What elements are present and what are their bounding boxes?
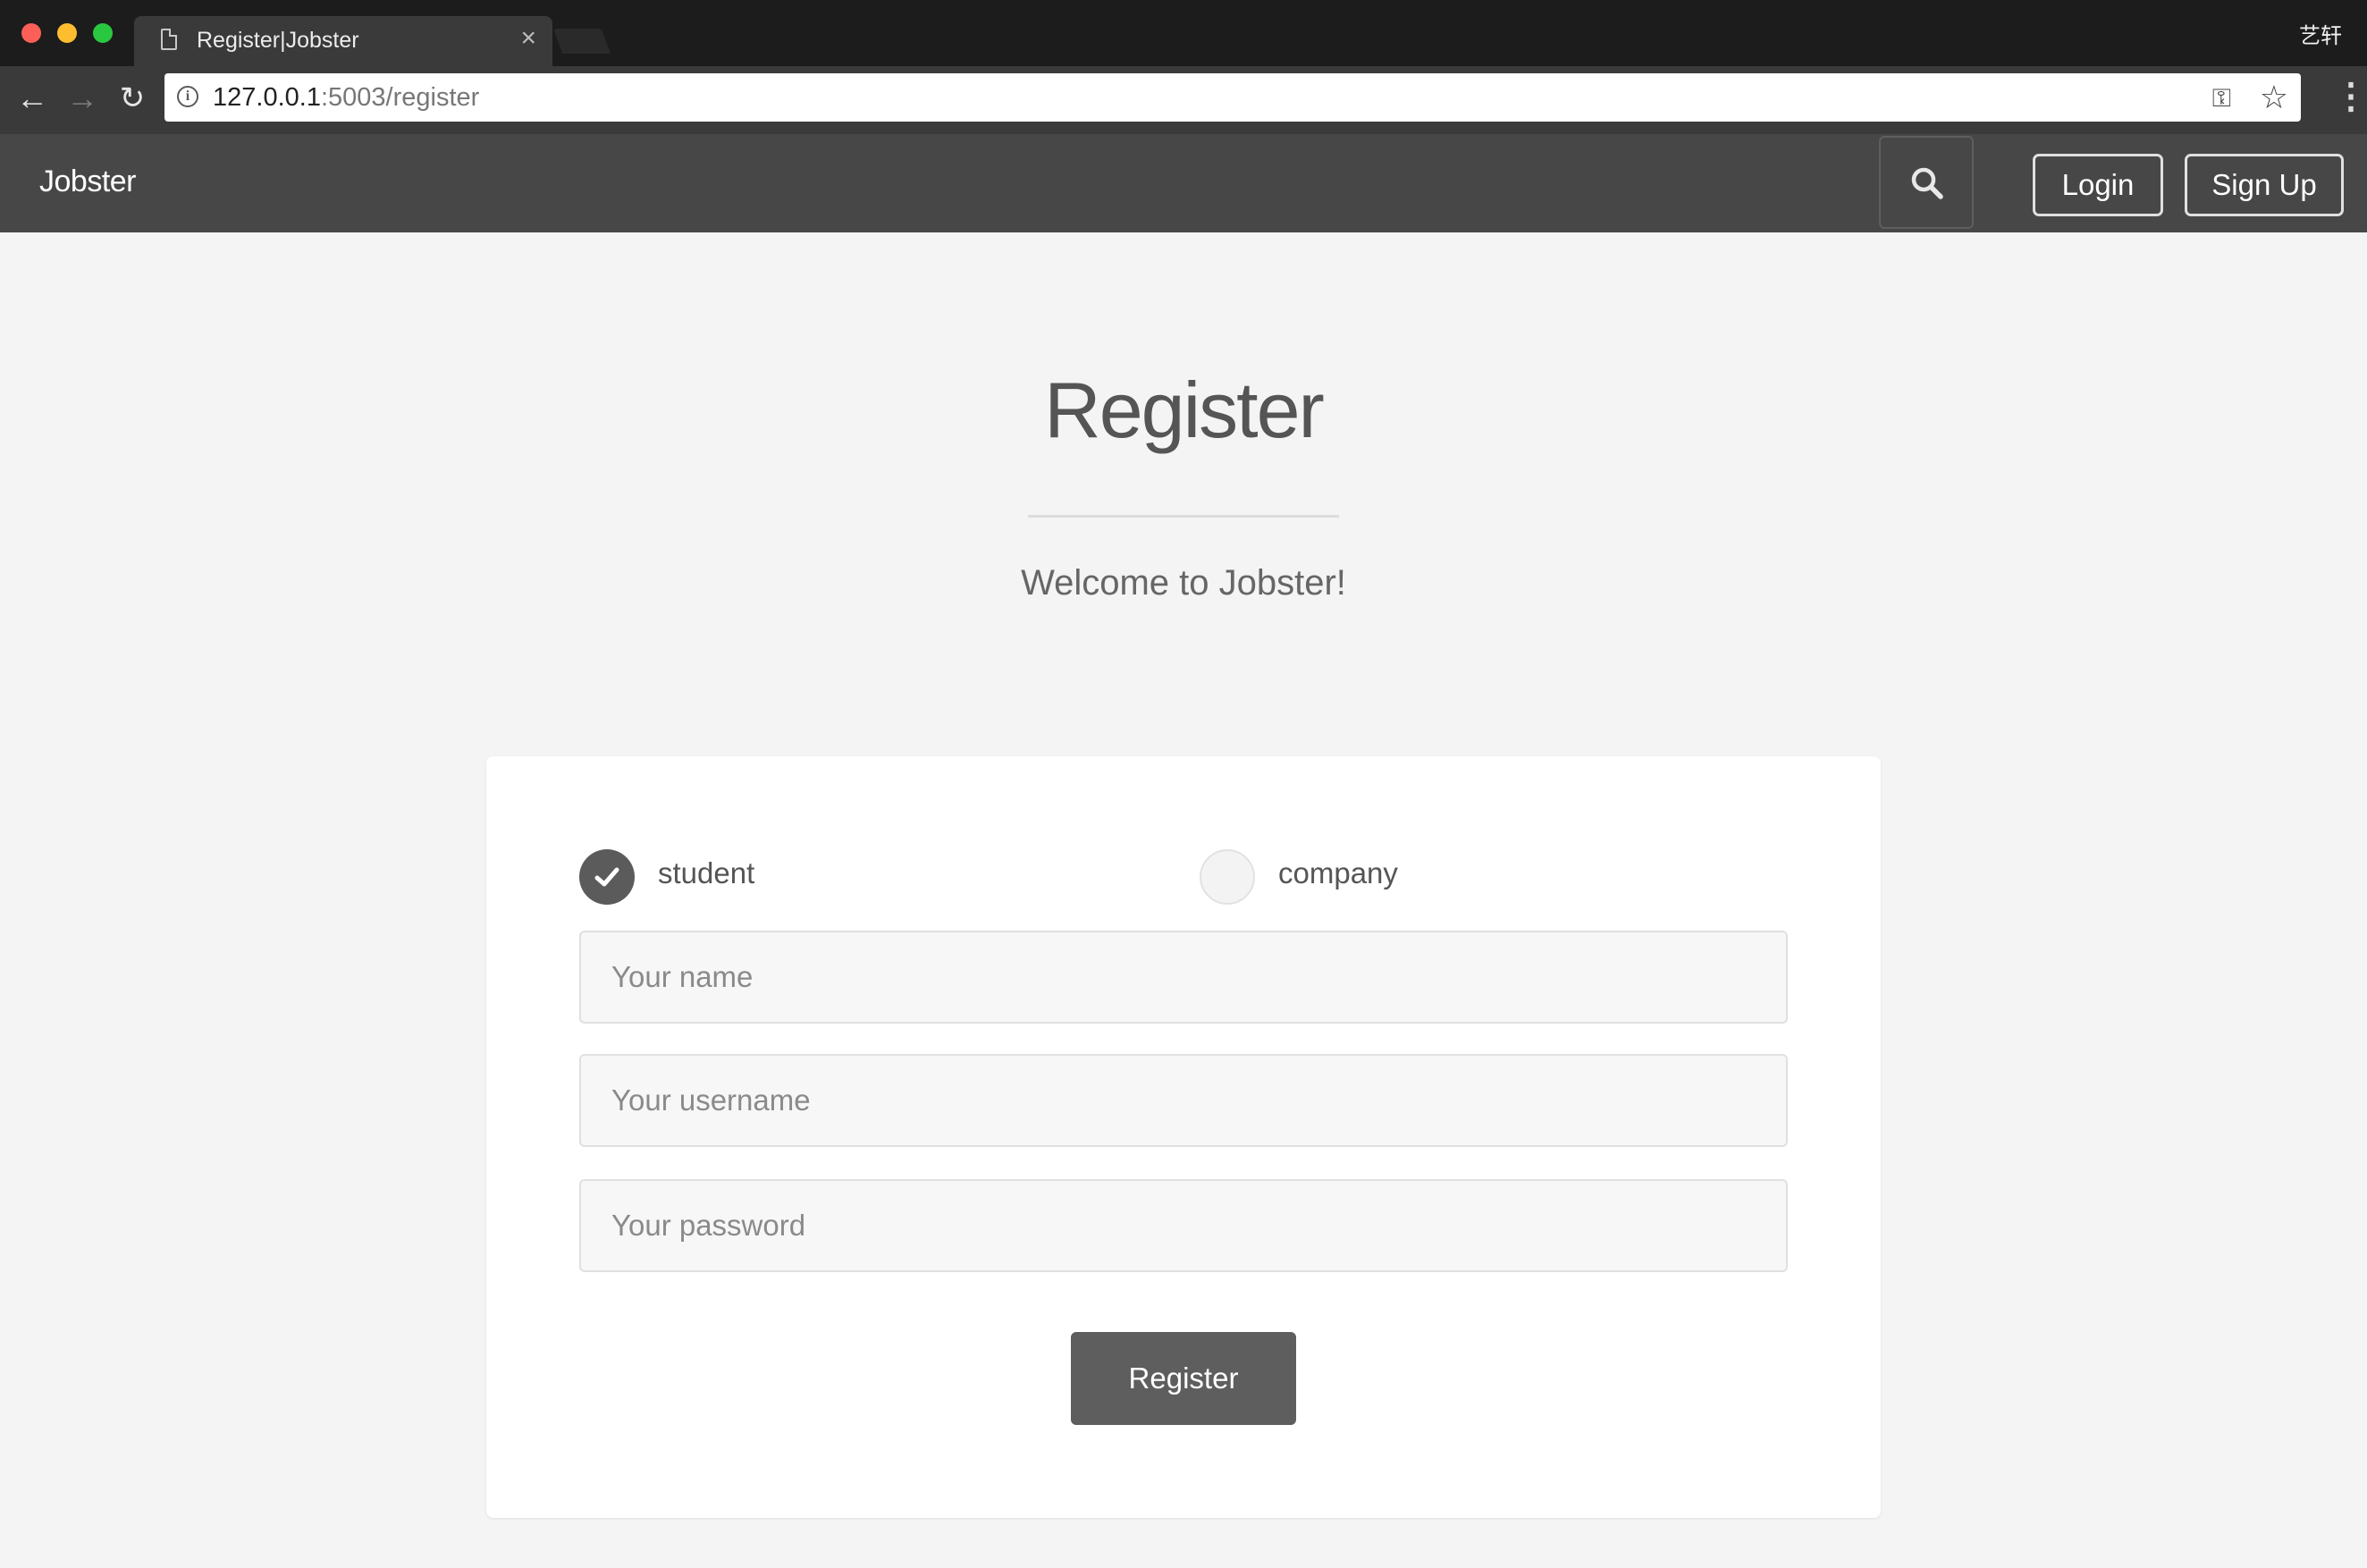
site-info-icon[interactable]: i [177, 86, 198, 107]
url-text[interactable]: 127.0.0.1:5003/register [213, 83, 479, 113]
password-input[interactable] [579, 1179, 1788, 1272]
page-icon [161, 29, 177, 50]
browser-menu-icon[interactable]: ⋮ [2333, 79, 2367, 118]
address-bar[interactable]: i 127.0.0.1:5003/register ⚿ ☆ [164, 73, 2301, 122]
back-icon[interactable]: ← [13, 79, 52, 118]
company-radio[interactable] [1200, 849, 1255, 905]
close-window-button[interactable] [21, 23, 41, 43]
profile-name[interactable]: 艺轩 [2299, 18, 2342, 49]
student-label[interactable]: student [658, 856, 754, 890]
minimize-window-button[interactable] [57, 23, 77, 43]
brand-link[interactable]: Jobster [39, 164, 137, 199]
name-input[interactable] [579, 931, 1788, 1024]
page-subtitle: Welcome to Jobster! [1021, 563, 1346, 603]
username-input[interactable] [579, 1054, 1788, 1147]
url-path: :5003/register [320, 83, 480, 112]
new-tab-button[interactable] [552, 29, 611, 54]
search-button[interactable] [1879, 136, 1974, 229]
star-icon[interactable]: ☆ [2260, 79, 2288, 116]
site-navbar: Jobster Login Sign Up [0, 134, 2367, 232]
browser-tab[interactable]: Register|Jobster × [134, 16, 552, 66]
reload-icon[interactable]: ↻ [113, 79, 152, 118]
register-button[interactable]: Register [1071, 1332, 1296, 1425]
signup-button[interactable]: Sign Up [2185, 154, 2344, 216]
url-host: 127.0.0.1 [213, 83, 321, 112]
key-icon[interactable]: ⚿ [2212, 84, 2231, 114]
browser-toolbar: ← → ↻ i 127.0.0.1:5003/register ⚿ ☆ ⋮ [0, 66, 2367, 134]
title-divider [1028, 515, 1339, 518]
login-button[interactable]: Login [2033, 154, 2163, 216]
search-icon [1911, 167, 1943, 199]
maximize-window-button[interactable] [93, 23, 113, 43]
forward-icon[interactable]: → [63, 79, 102, 118]
student-radio[interactable] [579, 849, 635, 905]
browser-title-bar: Register|Jobster × 艺轩 [0, 0, 2367, 66]
page-title: Register [1044, 366, 1325, 454]
check-icon [594, 867, 619, 887]
tab-close-icon[interactable]: × [520, 25, 536, 52]
company-label[interactable]: company [1278, 856, 1398, 890]
tab-title: Register|Jobster [197, 28, 359, 53]
